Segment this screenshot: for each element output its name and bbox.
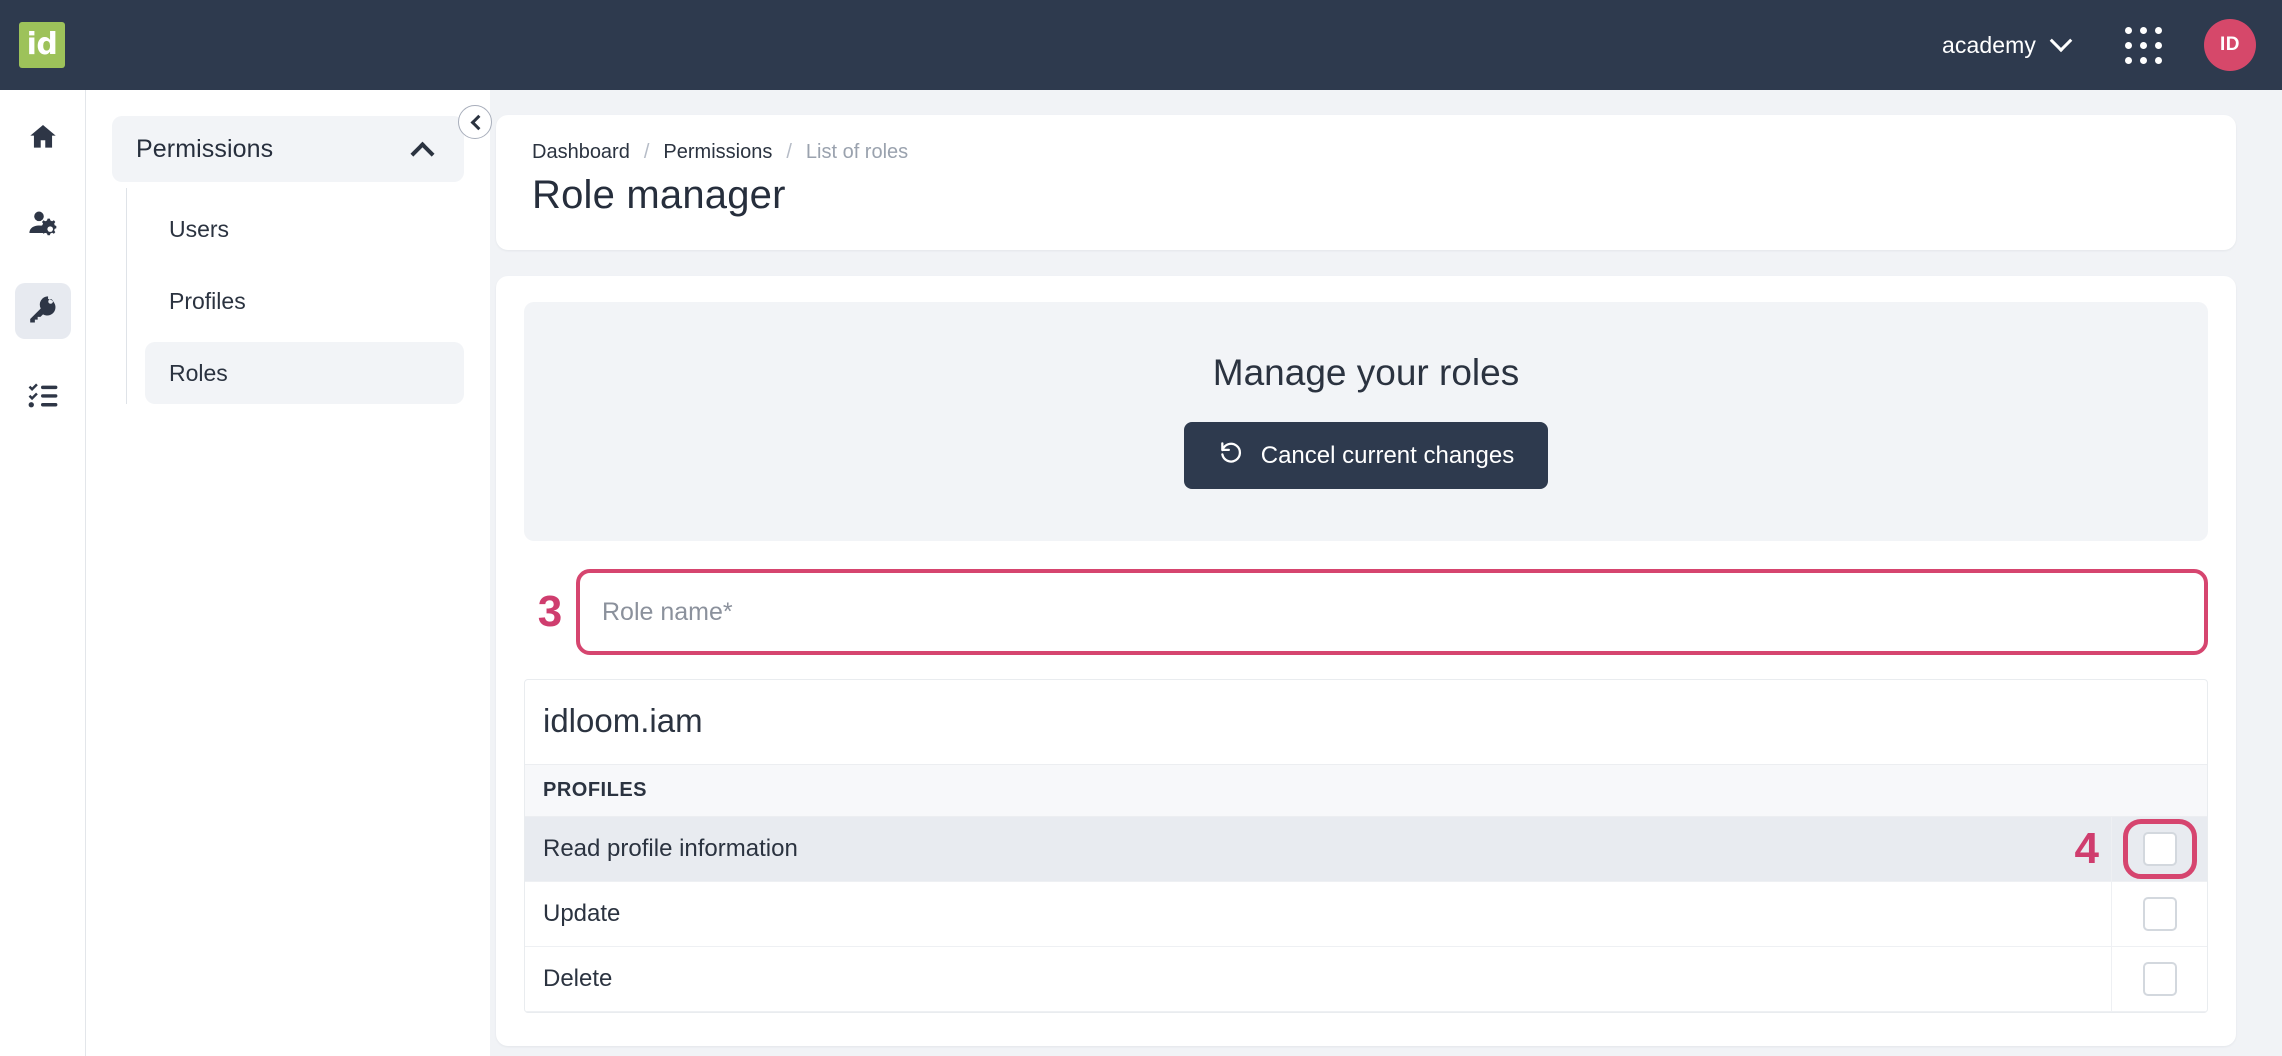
step-marker-3: 3 <box>524 587 576 637</box>
permissions-block: idloom.iam PROFILES Read profile informa… <box>524 679 2208 1013</box>
permission-app-name: idloom.iam <box>525 680 2207 765</box>
sidebar-item-roles[interactable]: Roles <box>145 342 464 404</box>
role-name-input[interactable] <box>576 569 2208 655</box>
app-logo[interactable]: id <box>19 22 65 68</box>
table-row[interactable]: Read profile information 4 <box>525 817 2207 882</box>
step-marker-4: 4 <box>2075 824 2099 874</box>
manage-roles-title: Manage your roles <box>524 352 2208 394</box>
checklist-icon <box>27 379 59 416</box>
role-editor-card: Manage your roles Cancel current changes… <box>496 276 2236 1046</box>
permission-section-header: PROFILES <box>525 765 2207 817</box>
permission-checkbox[interactable] <box>2143 832 2177 866</box>
sidebar-item-profiles[interactable]: Profiles <box>145 270 464 332</box>
permission-checkbox-cell <box>2111 947 2207 1011</box>
cancel-button-label: Cancel current changes <box>1261 442 1514 470</box>
main-content: Dashboard / Permissions / List of roles … <box>490 90 2282 1056</box>
top-header-bar: id academy ID <box>0 0 2282 90</box>
subnav-children: Users Profiles Roles <box>126 188 464 404</box>
table-row[interactable]: Update <box>525 882 2207 947</box>
subnav-group-label: Permissions <box>136 135 273 164</box>
header-right-controls: academy ID <box>1932 19 2282 71</box>
cancel-current-changes-button[interactable]: Cancel current changes <box>1184 422 1548 489</box>
breadcrumb-dashboard[interactable]: Dashboard <box>532 141 630 164</box>
avatar[interactable]: ID <box>2204 19 2256 71</box>
page-title: Role manager <box>532 173 2200 218</box>
sidebar-item-users[interactable]: Users <box>145 198 464 260</box>
breadcrumb: Dashboard / Permissions / List of roles <box>532 141 2200 164</box>
rail-item-user-settings[interactable] <box>15 197 71 253</box>
role-name-row: 3 <box>524 569 2208 655</box>
apps-grid-icon[interactable] <box>2125 27 2162 64</box>
home-icon <box>27 121 59 158</box>
breadcrumb-separator: / <box>644 141 650 164</box>
rail-item-tasks[interactable] <box>15 369 71 425</box>
user-settings-icon <box>27 207 59 244</box>
organization-name: academy <box>1942 32 2036 59</box>
subnav-group-permissions[interactable]: Permissions <box>112 116 464 182</box>
organization-selector[interactable]: academy <box>1932 24 2079 67</box>
breadcrumb-current: List of roles <box>806 141 908 164</box>
permission-label: Update <box>543 900 620 928</box>
permission-checkbox-cell <box>2111 817 2207 881</box>
icon-rail <box>0 90 86 1056</box>
permission-checkbox-cell <box>2111 882 2207 946</box>
sidebar-collapse-button[interactable] <box>458 105 492 139</box>
manage-roles-panel: Manage your roles Cancel current changes <box>524 302 2208 541</box>
rail-item-permissions[interactable] <box>15 283 71 339</box>
chevron-down-icon <box>2050 29 2073 52</box>
table-row[interactable]: Delete <box>525 947 2207 1012</box>
chevron-up-icon <box>410 141 434 165</box>
secondary-nav: Permissions Users Profiles Roles <box>86 90 490 1056</box>
breadcrumb-separator: / <box>786 141 792 164</box>
undo-icon <box>1218 439 1244 472</box>
key-icon <box>27 293 59 330</box>
permission-label: Delete <box>543 965 612 993</box>
page-header-card: Dashboard / Permissions / List of roles … <box>496 115 2236 250</box>
permission-checkbox[interactable] <box>2143 897 2177 931</box>
breadcrumb-permissions[interactable]: Permissions <box>663 141 772 164</box>
rail-item-home[interactable] <box>15 111 71 167</box>
chevron-left-icon <box>470 114 486 130</box>
permission-checkbox[interactable] <box>2143 962 2177 996</box>
permission-label: Read profile information <box>543 835 798 863</box>
